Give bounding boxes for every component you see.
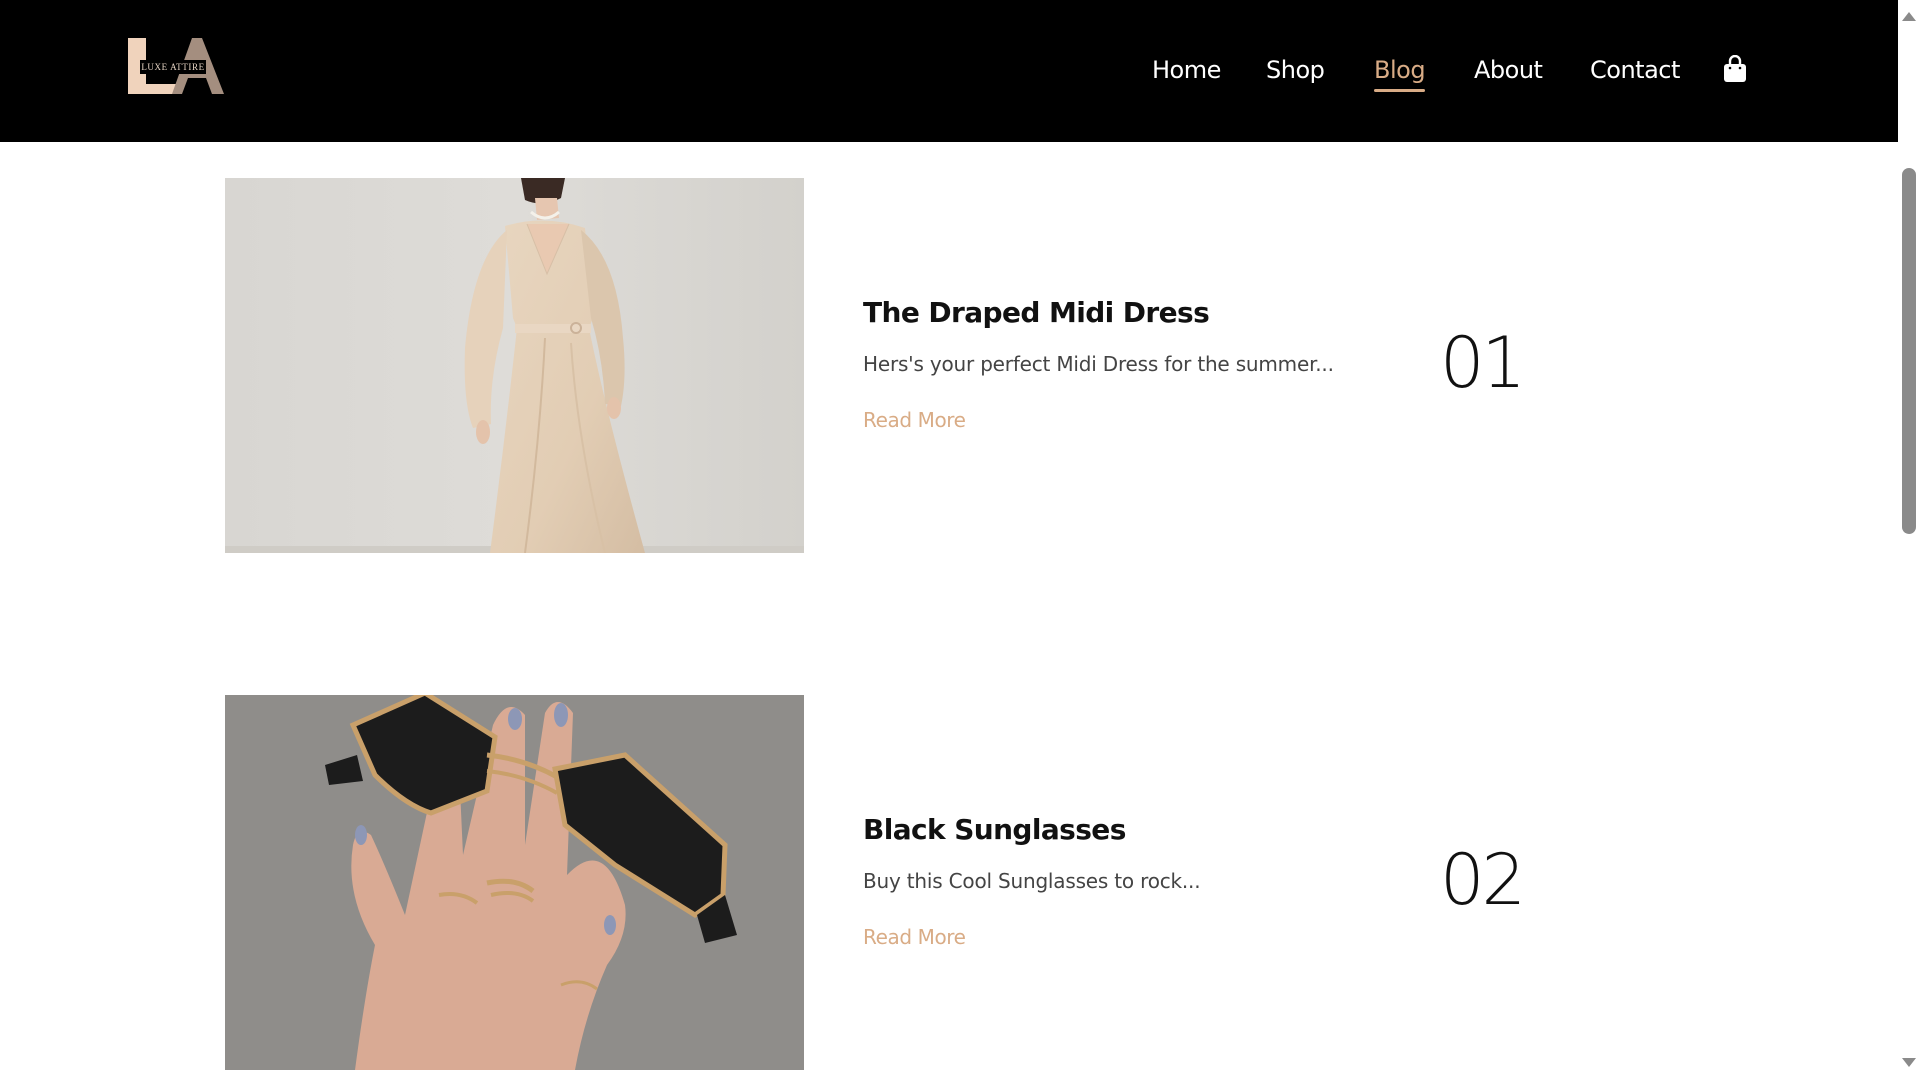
nav-home[interactable]: Home (1152, 52, 1221, 92)
blog-post: The Draped Midi Dress Hers's your perfec… (225, 178, 1625, 553)
active-indicator (1374, 89, 1426, 92)
nav-contact[interactable]: Contact (1590, 52, 1680, 92)
read-more-link[interactable]: Read More (863, 408, 966, 432)
post-image-dress[interactable] (225, 178, 804, 553)
scroll-up-arrow-icon[interactable] (1902, 12, 1916, 21)
post-title[interactable]: Black Sunglasses (863, 813, 1126, 846)
shopping-bag-icon[interactable] (1722, 54, 1748, 83)
post-number: 02 (1440, 839, 1526, 921)
nav-shop[interactable]: Shop (1266, 52, 1325, 92)
nav-blog[interactable]: Blog (1374, 52, 1426, 92)
nav-about[interactable]: About (1474, 52, 1543, 92)
site-header: LUXE ATTIRE Home Shop Blog About Contact (0, 0, 1898, 142)
blog-post: Black Sunglasses Buy this Cool Sunglasse… (225, 695, 1625, 1070)
post-excerpt: Buy this Cool Sunglasses to rock... (863, 869, 1201, 893)
post-title[interactable]: The Draped Midi Dress (863, 296, 1210, 329)
scroll-thumb[interactable] (1902, 168, 1916, 534)
post-excerpt: Hers's your perfect Midi Dress for the s… (863, 352, 1334, 376)
read-more-link[interactable]: Read More (863, 925, 966, 949)
post-image-sunglasses[interactable] (225, 695, 804, 1070)
post-number: 01 (1440, 322, 1526, 404)
main-nav: Home Shop Blog About Contact (0, 52, 1898, 92)
nav-blog-label: Blog (1374, 56, 1426, 84)
vertical-scrollbar[interactable] (1898, 0, 1920, 1080)
scroll-down-arrow-icon[interactable] (1902, 1058, 1916, 1067)
